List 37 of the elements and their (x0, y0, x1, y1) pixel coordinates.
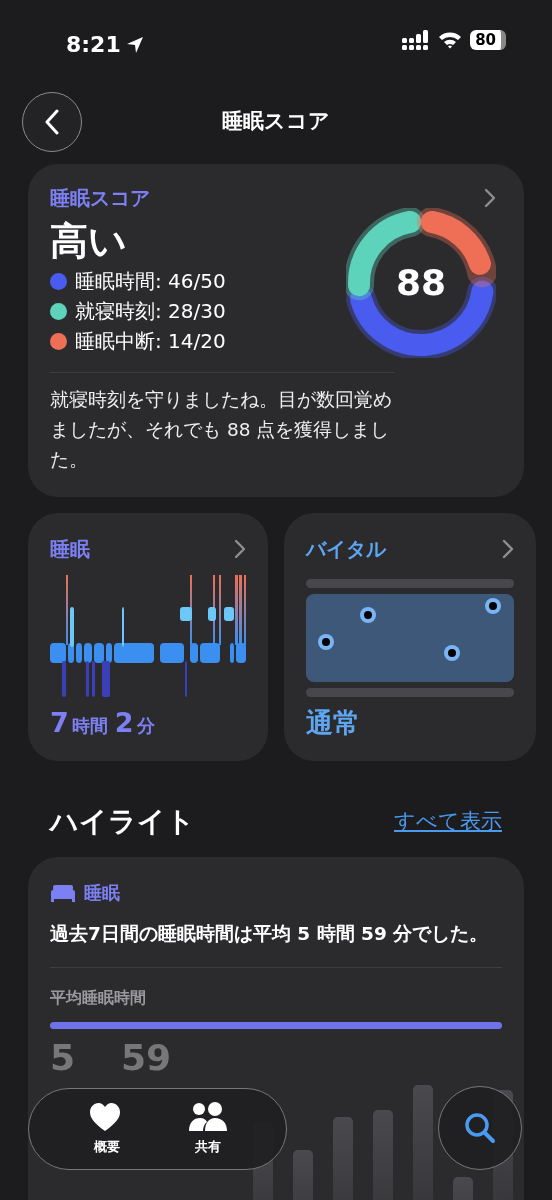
signal-icon (402, 30, 431, 50)
section-title: ハイライト (50, 804, 195, 840)
metric-label: 平均睡眠時間 (50, 967, 502, 1010)
duration-minutes: 2 (114, 705, 134, 740)
average-hours: 5 (50, 1036, 76, 1080)
duration-hours: 7 (50, 705, 69, 740)
chart-bar (453, 1177, 473, 1200)
wifi-icon (438, 31, 463, 49)
back-icon (44, 109, 60, 135)
chart-bar (293, 1150, 313, 1200)
chevron-icon[interactable] (234, 539, 246, 559)
chevron-icon[interactable] (502, 539, 514, 559)
see-all-link[interactable]: すべて表示 (394, 806, 502, 838)
bed-icon (50, 884, 76, 902)
category-label: 睡眠 (84, 881, 120, 905)
status-time: 8:21 (66, 31, 121, 59)
card-title[interactable]: 睡眠 (50, 535, 90, 563)
chevron-icon[interactable] (484, 188, 496, 208)
score-value: 88 (395, 261, 447, 305)
card-title[interactable]: 睡眠スコア (50, 184, 150, 212)
highlight-text: 過去7日間の睡眠時間は平均 5 時間 59 分でした。 (50, 922, 490, 946)
battery-indicator: 80 (470, 30, 506, 50)
tab-button[interactable]: 共有 (188, 1101, 227, 1157)
vitals-status: 通常 (306, 705, 361, 740)
minutes-unit: 分 (136, 713, 155, 738)
search-icon (464, 1112, 496, 1144)
legend-label: 就寝時刻: 28/30 (75, 298, 226, 325)
card-title[interactable]: バイタル (306, 535, 386, 563)
legend-label: 睡眠中断: 14/20 (75, 328, 226, 355)
summary-text: 就寝時刻を守りましたね。目が数回覚めましたが、それでも 88 点を獲得しました。 (50, 372, 395, 475)
score-rating: 高い (50, 218, 128, 265)
tab-button[interactable]: 概要 (88, 1101, 127, 1157)
hours-unit: 時間 (71, 713, 108, 738)
legend-label: 睡眠時間: 46/50 (75, 268, 226, 295)
average-minutes: 59 (121, 1036, 172, 1080)
screen-title: 睡眠スコア (222, 109, 330, 134)
people-icon (188, 1101, 227, 1134)
